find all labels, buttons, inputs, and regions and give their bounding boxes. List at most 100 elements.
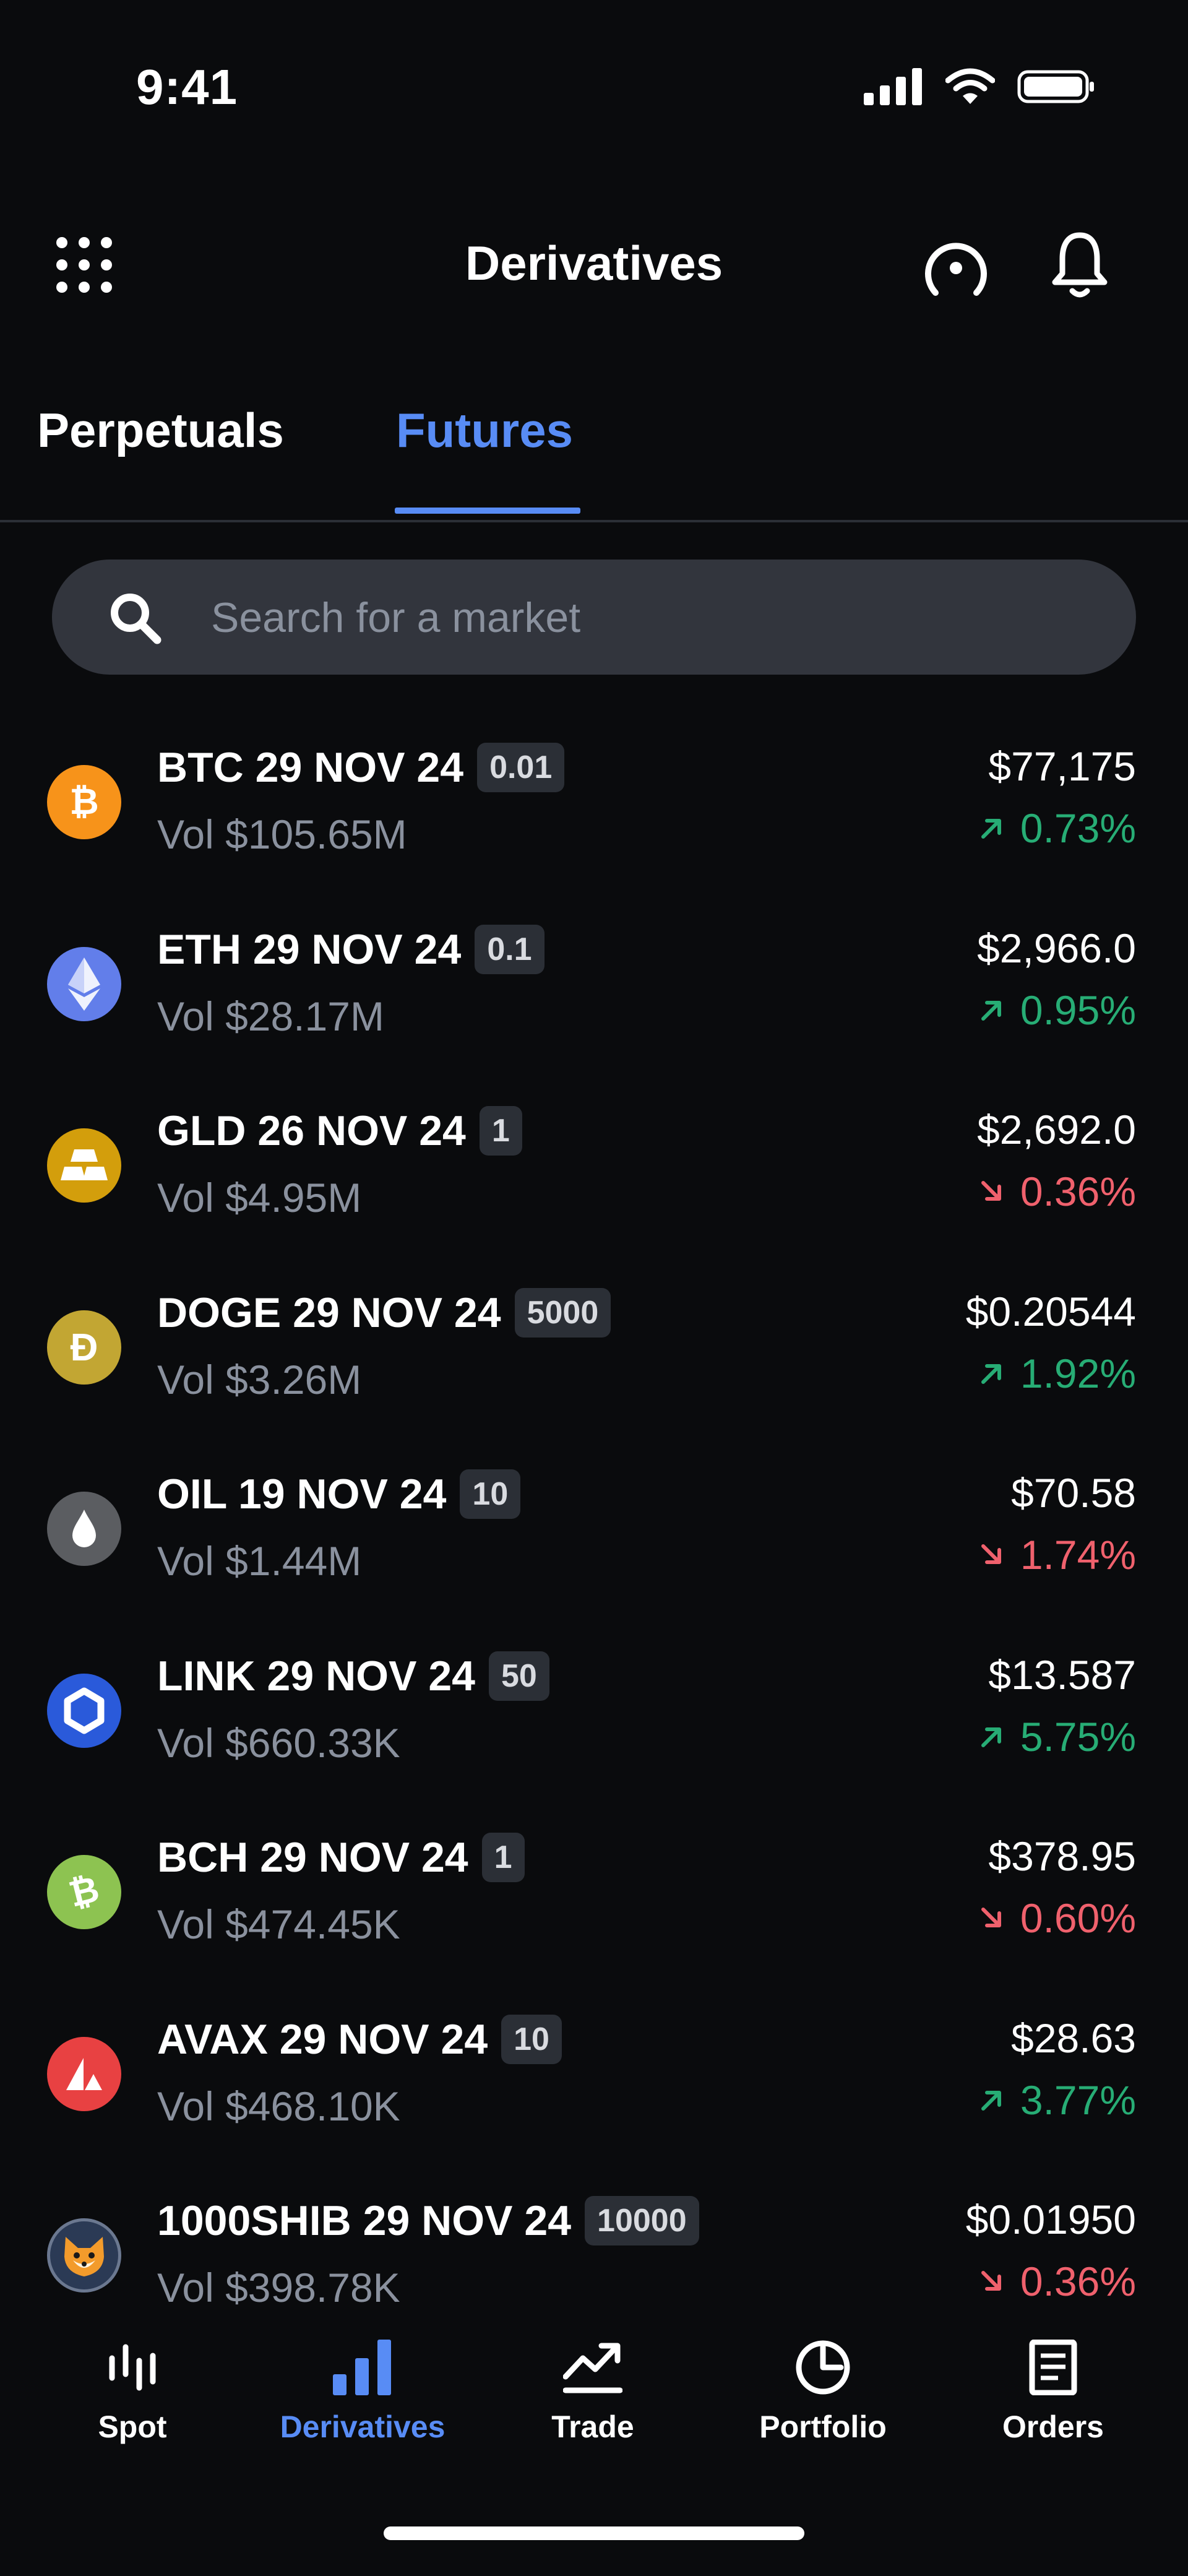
price-change-value: 5.75% — [1020, 1713, 1136, 1760]
shiba-inu-icon — [47, 2218, 121, 2293]
bell-icon — [1052, 232, 1108, 298]
market-list: ₿ BTC 29 NOV 24 0.01 Vol $105.65M $77,17… — [0, 724, 1188, 2309]
price-change-value: 0.73% — [1020, 805, 1136, 851]
market-price: $378.95 — [988, 1833, 1136, 1879]
gauge-button[interactable] — [922, 234, 990, 302]
market-name: BCH 29 NOV 24 — [157, 1834, 468, 1881]
market-row-avax[interactable]: AVAX 29 NOV 24 10 Vol $468.10K $28.63 3.… — [0, 1996, 1188, 2178]
price-change-value: 3.77% — [1020, 2077, 1136, 2123]
nav-label: Derivatives — [280, 2410, 446, 2444]
market-name: OIL 19 NOV 24 — [157, 1471, 447, 1518]
page-title: Derivatives — [465, 236, 723, 290]
nav-label: Trade — [551, 2410, 634, 2444]
signal-icon — [864, 68, 922, 105]
price-change-value: 1.74% — [1020, 1532, 1136, 1578]
market-volume: Vol $1.44M — [157, 1538, 362, 1584]
market-volume: Vol $28.17M — [157, 993, 384, 1039]
svg-text:₿: ₿ — [69, 782, 98, 822]
market-row-bch[interactable]: ₿ BCH 29 NOV 24 1 Vol $474.45K $378.95 0… — [0, 1814, 1188, 1996]
dogecoin-icon: Ð — [47, 1310, 121, 1385]
price-change: 0.36% — [979, 2258, 1136, 2305]
market-name: ETH 29 NOV 24 — [157, 925, 462, 973]
bitcoin-icon: ₿ — [47, 765, 121, 839]
market-row-btc[interactable]: ₿ BTC 29 NOV 24 0.01 Vol $105.65M $77,17… — [0, 724, 1188, 906]
nav-spot[interactable]: Spot — [33, 2340, 231, 2445]
search-bar[interactable] — [52, 560, 1136, 676]
contract-size-badge: 1 — [481, 1833, 525, 1882]
market-price: $2,692.0 — [977, 1107, 1136, 1152]
status-bar: 9:41 — [0, 0, 1188, 173]
market-name: LINK 29 NOV 24 — [157, 1652, 475, 1700]
spot-chart-icon — [109, 2344, 156, 2391]
market-row-doge[interactable]: Ð DOGE 29 NOV 24 5000 Vol $3.26M $0.2054… — [0, 1269, 1188, 1451]
contract-size-badge: 1 — [479, 1106, 522, 1156]
price-change-value: 1.92% — [1020, 1350, 1136, 1396]
market-row-1000shib[interactable]: 1000SHIB 29 NOV 24 10000 Vol $398.78K $0… — [0, 2177, 1188, 2309]
document-icon — [1029, 2340, 1077, 2395]
price-change: 1.74% — [979, 1531, 1136, 1578]
nav-label: Portfolio — [759, 2410, 887, 2444]
market-volume: Vol $4.95M — [157, 1175, 362, 1221]
market-volume: Vol $474.45K — [157, 1901, 400, 1947]
market-volume: Vol $105.65M — [157, 811, 407, 857]
nav-orders[interactable]: Orders — [954, 2340, 1152, 2445]
chainlink-icon — [47, 1673, 121, 1748]
search-input[interactable] — [210, 560, 1078, 676]
market-price: $2,966.0 — [977, 925, 1136, 971]
market-row-link[interactable]: LINK 29 NOV 24 50 Vol $660.33K $13.587 5… — [0, 1633, 1188, 1815]
contract-size-badge: 10 — [501, 2014, 562, 2064]
market-price: $77,175 — [988, 743, 1136, 789]
market-volume: Vol $3.26M — [157, 1356, 362, 1403]
price-change: 0.36% — [979, 1168, 1136, 1215]
gold-bars-icon — [47, 1128, 121, 1203]
market-volume: Vol $468.10K — [157, 2083, 400, 2129]
contract-size-badge: 10 — [460, 1469, 521, 1519]
price-change: 0.73% — [979, 805, 1136, 852]
nav-label: Orders — [1002, 2410, 1104, 2444]
ethereum-icon — [47, 946, 121, 1021]
contract-size-badge: 5000 — [514, 1287, 611, 1338]
pie-chart-icon — [796, 2340, 850, 2395]
market-price: $28.63 — [1011, 2015, 1136, 2061]
svg-text:₿: ₿ — [65, 1870, 103, 1914]
price-change: 0.95% — [979, 987, 1136, 1034]
arrow-down-right-icon — [981, 1544, 1001, 1564]
active-tab-indicator — [395, 508, 580, 514]
nav-portfolio[interactable]: Portfolio — [724, 2340, 922, 2445]
arrow-up-right-icon — [981, 2090, 1001, 2111]
market-row-oil[interactable]: OIL 19 NOV 24 10 Vol $1.44M $70.58 1.74% — [0, 1451, 1188, 1633]
price-change-value: 0.95% — [1020, 987, 1136, 1033]
top-header: Derivatives — [0, 204, 1188, 322]
price-change: 5.75% — [979, 1713, 1136, 1760]
trend-chart-icon — [563, 2343, 622, 2393]
price-change: 0.60% — [979, 1895, 1136, 1942]
tab-bar: Perpetuals Futures — [0, 384, 1188, 522]
status-time: 9:41 — [136, 59, 238, 115]
tab-futures[interactable]: Futures — [396, 402, 573, 459]
svg-text:Ð: Ð — [71, 1326, 98, 1369]
nav-derivatives[interactable]: Derivatives — [264, 2340, 462, 2445]
market-row-eth[interactable]: ETH 29 NOV 24 0.1 Vol $28.17M $2,966.0 0… — [0, 906, 1188, 1088]
arrow-down-right-icon — [981, 1181, 1001, 1201]
notifications-button[interactable] — [1049, 229, 1111, 303]
nav-trade[interactable]: Trade — [494, 2340, 692, 2445]
tab-perpetuals[interactable]: Perpetuals — [37, 402, 284, 459]
price-change: 3.77% — [979, 2077, 1136, 2124]
avalanche-icon — [47, 2036, 121, 2111]
home-indicator — [384, 2526, 804, 2540]
market-price: $13.587 — [988, 1651, 1136, 1698]
contract-size-badge: 0.1 — [475, 924, 544, 974]
market-name: 1000SHIB 29 NOV 24 — [157, 2197, 572, 2244]
arrow-down-right-icon — [981, 1908, 1001, 1927]
arrow-up-right-icon — [981, 1727, 1001, 1747]
arrow-up-right-icon — [981, 819, 1001, 839]
market-volume: Vol $660.33K — [157, 1719, 400, 1766]
oil-drop-icon — [47, 1492, 121, 1566]
price-change-value: 0.36% — [1020, 2258, 1136, 2304]
arrow-up-right-icon — [981, 1364, 1001, 1384]
market-name: GLD 26 NOV 24 — [157, 1107, 466, 1154]
search-icon — [111, 594, 161, 644]
market-row-gld[interactable]: GLD 26 NOV 24 1 Vol $4.95M $2,692.0 0.36… — [0, 1087, 1188, 1269]
market-name: BTC 29 NOV 24 — [157, 744, 464, 791]
status-icons — [864, 68, 1095, 105]
